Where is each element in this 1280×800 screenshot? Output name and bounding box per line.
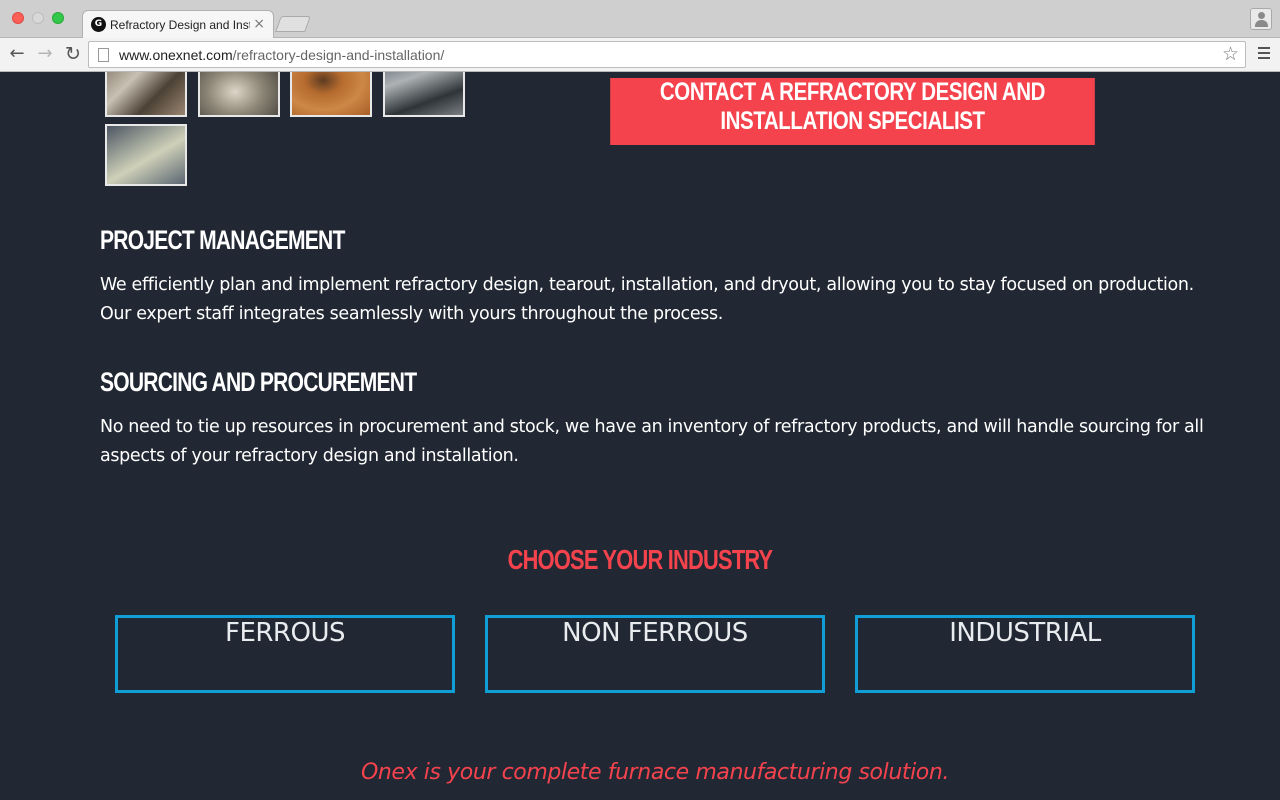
gallery-thumbnail[interactable] (105, 72, 187, 117)
gallery-thumbnail[interactable] (105, 124, 187, 186)
gallery-thumbnail[interactable] (290, 72, 372, 117)
hamburger-menu-icon[interactable] (1258, 47, 1270, 59)
url-host: www.onexnet.com (119, 47, 233, 63)
gallery-thumbnail[interactable] (198, 72, 280, 117)
industry-ferrous-button[interactable]: FERROUS (115, 615, 455, 693)
arrow-right-icon[interactable]: → (34, 43, 56, 65)
address-url[interactable]: www.onexnet.com/refractory-design-and-in… (119, 47, 444, 63)
tab-close-icon[interactable]: × (253, 16, 265, 32)
tagline: Onex is your complete furnace manufactur… (360, 760, 950, 785)
window-close-button[interactable] (12, 12, 24, 24)
page-viewport: CONTACT A REFRACTORY DESIGN AND INSTALLA… (0, 72, 1280, 800)
window-zoom-button[interactable] (52, 12, 64, 24)
page-icon (98, 48, 109, 62)
sourcing-procurement-heading: SOURCING AND PROCUREMENT (100, 367, 417, 397)
address-bar[interactable]: www.onexnet.com/refractory-design-and-in… (88, 41, 1246, 68)
industry-non-ferrous-button[interactable]: NON FERROUS (485, 615, 825, 693)
contact-specialist-button[interactable]: CONTACT A REFRACTORY DESIGN AND INSTALLA… (610, 78, 1095, 145)
project-management-text: We efficiently plan and implement refrac… (100, 275, 1194, 324)
project-management-heading: PROJECT MANAGEMENT (100, 225, 345, 255)
url-path: /refractory-design-and-installation/ (232, 47, 445, 63)
reload-icon[interactable]: ↻ (62, 43, 84, 65)
arrow-left-icon[interactable]: ← (6, 43, 28, 65)
site-favicon-icon: G (91, 17, 106, 32)
gallery-thumbnail[interactable] (383, 72, 465, 117)
browser-toolbar: ← → ↻ www.onexnet.com/refractory-design-… (0, 38, 1280, 72)
window-minimize-button[interactable] (32, 12, 44, 24)
sourcing-procurement-text: No need to tie up resources in procureme… (100, 417, 1204, 466)
star-icon[interactable]: ☆ (1222, 43, 1239, 65)
browser-tab-strip: G Refractory Design and Installation × (0, 0, 1280, 38)
tab-title: Refractory Design and Installation (110, 18, 250, 32)
browser-tab-active[interactable]: G Refractory Design and Installation × (82, 10, 274, 38)
new-tab-button[interactable] (275, 16, 311, 32)
user-profile-icon[interactable] (1250, 8, 1272, 30)
choose-industry-heading: CHOOSE YOUR INDUSTRY (507, 544, 774, 575)
industry-industrial-button[interactable]: INDUSTRIAL (855, 615, 1195, 693)
